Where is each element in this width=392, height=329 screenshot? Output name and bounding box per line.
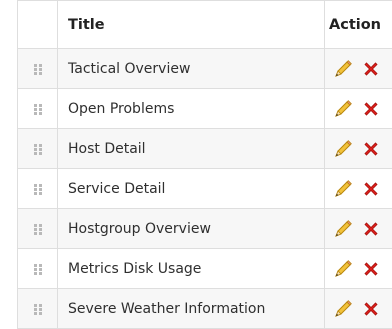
drag-handle-icon[interactable]	[34, 104, 42, 115]
row-title: Severe Weather Information	[58, 289, 325, 329]
row-actions	[325, 49, 392, 89]
drag-handle-icon[interactable]	[34, 264, 42, 275]
row-actions	[325, 129, 392, 169]
pencil-icon[interactable]	[333, 99, 353, 119]
drag-handle-icon[interactable]	[34, 304, 42, 315]
table-row: Hostgroup Overview	[18, 209, 392, 249]
row-title: Hostgroup Overview	[58, 209, 325, 249]
row-title: Open Problems	[58, 89, 325, 129]
delete-icon[interactable]	[361, 299, 381, 319]
dashlet-table: Title Action Tactical Overview	[17, 0, 392, 329]
drag-handle-cell[interactable]	[18, 289, 58, 329]
action-column-header: Action	[325, 1, 392, 49]
drag-handle-icon[interactable]	[34, 64, 42, 75]
drag-handle-icon[interactable]	[34, 224, 42, 235]
drag-handle-cell[interactable]	[18, 129, 58, 169]
row-actions	[325, 289, 392, 329]
handle-column-header	[18, 1, 58, 49]
table-row: Host Detail	[18, 129, 392, 169]
pencil-icon[interactable]	[333, 139, 353, 159]
drag-handle-cell[interactable]	[18, 49, 58, 89]
delete-icon[interactable]	[361, 259, 381, 279]
table-row: Tactical Overview	[18, 49, 392, 89]
pencil-icon[interactable]	[333, 259, 353, 279]
drag-handle-icon[interactable]	[34, 184, 42, 195]
pencil-icon[interactable]	[333, 59, 353, 79]
row-actions	[325, 209, 392, 249]
drag-handle-cell[interactable]	[18, 209, 58, 249]
row-title: Tactical Overview	[58, 49, 325, 89]
row-actions	[325, 169, 392, 209]
drag-handle-icon[interactable]	[34, 144, 42, 155]
row-title: Service Detail	[58, 169, 325, 209]
pencil-icon[interactable]	[333, 219, 353, 239]
table-header-row: Title Action	[18, 1, 392, 49]
row-title: Metrics Disk Usage	[58, 249, 325, 289]
row-actions	[325, 249, 392, 289]
delete-icon[interactable]	[361, 179, 381, 199]
delete-icon[interactable]	[361, 139, 381, 159]
delete-icon[interactable]	[361, 99, 381, 119]
row-actions	[325, 89, 392, 129]
drag-handle-cell[interactable]	[18, 169, 58, 209]
dashlet-table-container: Title Action Tactical Overview	[17, 0, 392, 329]
delete-icon[interactable]	[361, 219, 381, 239]
pencil-icon[interactable]	[333, 179, 353, 199]
table-row: Severe Weather Information	[18, 289, 392, 329]
drag-handle-cell[interactable]	[18, 249, 58, 289]
table-row: Service Detail	[18, 169, 392, 209]
row-title: Host Detail	[58, 129, 325, 169]
title-column-header: Title	[58, 1, 325, 49]
table-row: Open Problems	[18, 89, 392, 129]
pencil-icon[interactable]	[333, 299, 353, 319]
drag-handle-cell[interactable]	[18, 89, 58, 129]
delete-icon[interactable]	[361, 59, 381, 79]
table-row: Metrics Disk Usage	[18, 249, 392, 289]
